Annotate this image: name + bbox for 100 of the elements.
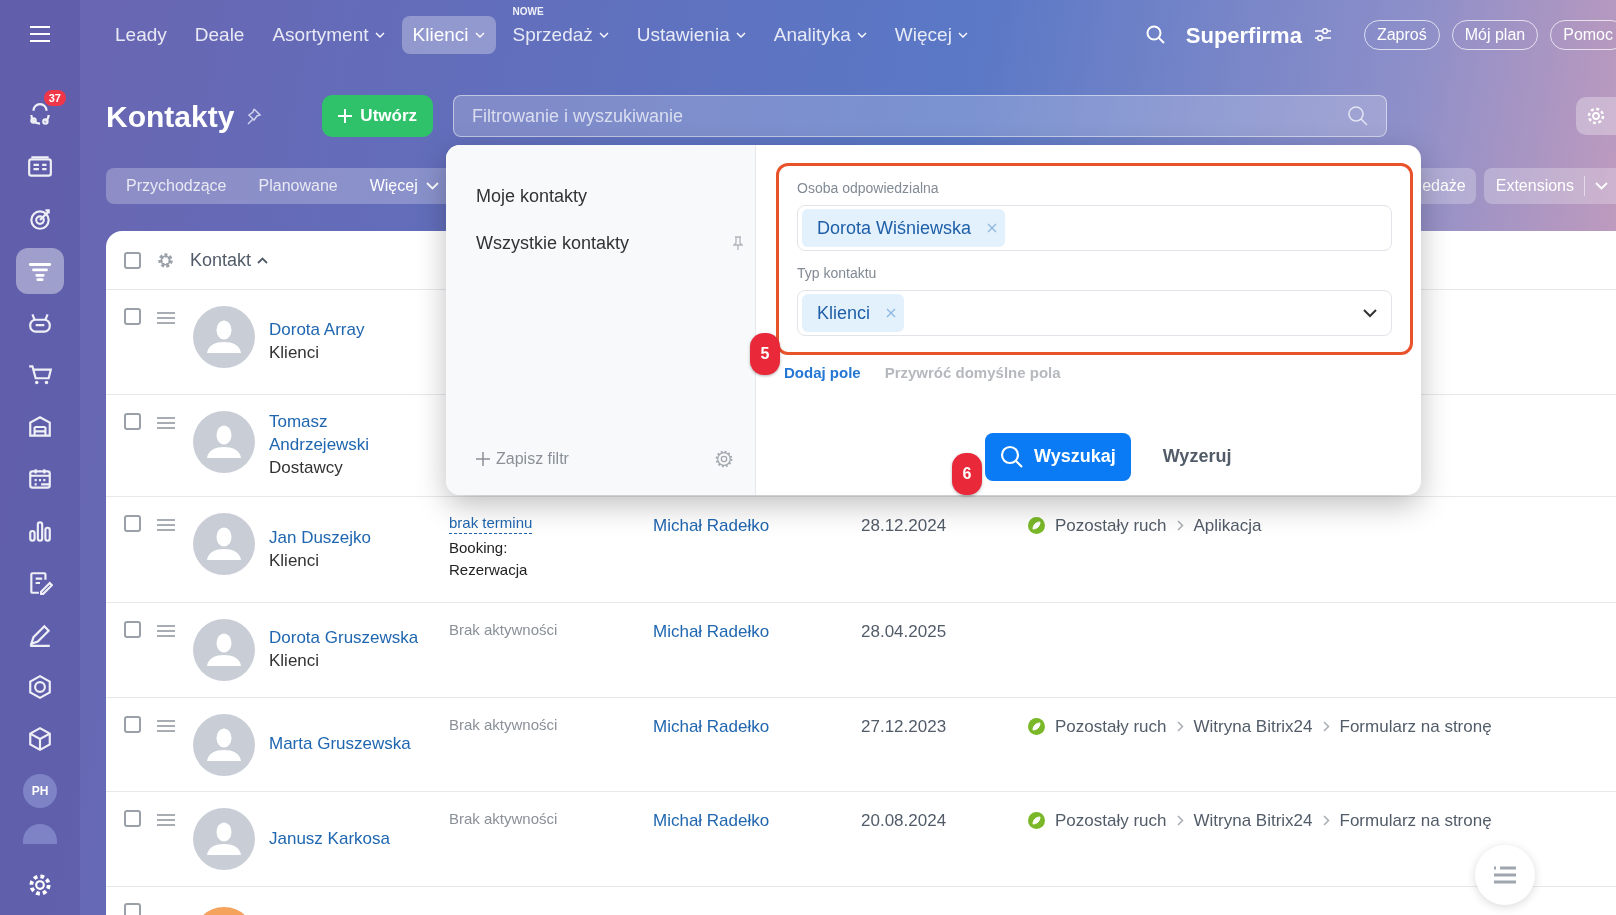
create-button[interactable]: Utwórz (322, 95, 434, 137)
nav-tab[interactable]: Więcej (883, 16, 979, 54)
activity-note: Booking: Rezerwacja (449, 538, 529, 580)
reset-button[interactable]: Wyzeruj (1162, 443, 1232, 470)
contact-link[interactable]: Dorota Gruszewska (269, 626, 429, 649)
filter-tab[interactable]: Przychodzące (126, 174, 227, 198)
nav-tab[interactable]: Sprzedaż (501, 16, 620, 54)
drag-handle-icon[interactable] (157, 519, 175, 531)
drag-handle-icon[interactable] (157, 312, 175, 324)
contact-link[interactable]: Dorota Array (269, 318, 429, 341)
notification-badge: 37 (43, 90, 66, 106)
deadline-link[interactable]: brak terminu (449, 513, 533, 534)
nav-tab[interactable]: Asortyment (261, 16, 396, 54)
row-checkbox[interactable] (124, 621, 141, 638)
save-filter-button[interactable]: Zapisz filtr (476, 447, 569, 471)
pin-icon[interactable] (733, 236, 743, 251)
step-badge: 6 (952, 453, 982, 495)
row-checkbox[interactable] (124, 716, 141, 733)
step-badge: 5 (750, 333, 780, 375)
nav-tab[interactable]: Klienci (401, 16, 496, 54)
hexagon-icon[interactable] (27, 674, 53, 700)
source-step: Formularz na stronę (1339, 808, 1492, 834)
drag-handle-icon[interactable] (157, 814, 175, 826)
filter-preset[interactable]: Moje kontakty (476, 173, 743, 220)
caret-icon (856, 32, 867, 38)
close-icon[interactable] (886, 308, 897, 318)
leaf-icon (1028, 812, 1045, 830)
contact-link[interactable]: Tomasz Andrzejewski (269, 410, 429, 456)
responsible-link[interactable]: Michał Radełko (653, 622, 770, 641)
settings-icon[interactable] (157, 251, 174, 269)
column-header[interactable]: Kontakt (190, 246, 269, 274)
chevron-icon (1176, 520, 1184, 532)
gear-icon (1586, 106, 1606, 126)
contact-link[interactable]: Jan Duszejko (269, 525, 429, 549)
calendar-icon[interactable] (27, 466, 53, 492)
nav-tab[interactable]: Deale (183, 16, 256, 54)
avatar-icon (193, 306, 255, 368)
avatar-icon (193, 619, 255, 681)
responsible-link[interactable]: Michał Radełko (653, 516, 770, 535)
search-icon[interactable] (1145, 25, 1166, 45)
drag-handle-icon[interactable] (157, 417, 175, 429)
chevron-icon (1176, 721, 1184, 733)
input-field[interactable]: Dorota Wiśniewska (797, 205, 1392, 251)
caret-icon (735, 32, 746, 38)
chart-icon[interactable] (27, 518, 53, 544)
chevron-down-icon[interactable] (1363, 308, 1377, 318)
search-button[interactable]: Wyszukaj (985, 432, 1131, 481)
user-avatar[interactable]: PH (23, 774, 57, 808)
responsible-link[interactable]: Michał Radełko (653, 717, 770, 736)
date-cell: 27.12.2023 (861, 717, 947, 736)
chevron-icon (1322, 721, 1330, 733)
contact-link[interactable]: Marta Gruszewska (269, 732, 429, 755)
close-icon[interactable] (987, 223, 998, 233)
filter-preset[interactable]: Wszystkie kontakty (476, 220, 743, 267)
drag-handle-icon[interactable] (157, 625, 175, 637)
nav-tab[interactable]: Leady (104, 16, 178, 54)
card-icon[interactable] (27, 154, 53, 180)
responsible-link[interactable]: Michał Radełko (653, 811, 770, 830)
target-icon[interactable] (27, 206, 53, 232)
menu-icon[interactable] (29, 26, 51, 42)
settings-icon[interactable] (715, 450, 733, 468)
company-name[interactable]: Superfirma (1185, 18, 1302, 52)
avatar-icon (193, 714, 255, 776)
row-checkbox[interactable] (124, 413, 141, 430)
settings-icon[interactable] (27, 872, 53, 898)
avatar-icon (193, 808, 255, 870)
row-checkbox[interactable] (124, 515, 141, 532)
source-step: Witryna Bitrix24 (1193, 714, 1313, 740)
source-step: Aplikacja (1193, 513, 1262, 539)
filter-tab[interactable]: Więcej (369, 174, 439, 198)
drag-handle-icon[interactable] (157, 720, 175, 732)
contact-type: Klienci (269, 549, 321, 572)
pen-icon[interactable] (27, 622, 53, 648)
nav-tab[interactable]: Analityka (762, 16, 878, 54)
source-step: Pozostały ruch (1055, 808, 1167, 834)
chevron-icon (1322, 815, 1330, 827)
date-cell: 28.12.2024 (861, 516, 947, 535)
contact-link[interactable]: Janusz Karkosa (269, 826, 429, 850)
caret-icon (598, 32, 609, 38)
select-all-checkbox[interactable] (124, 251, 141, 269)
search-icon[interactable] (1347, 105, 1370, 127)
source-step: Pozostały ruch (1055, 714, 1167, 740)
warehouse-icon[interactable] (27, 414, 53, 440)
search-field[interactable]: Filtrowanie i wyszukiwanie (453, 95, 1388, 137)
source-step: Formularz na stronę (1339, 714, 1492, 740)
row-checkbox[interactable] (124, 903, 141, 915)
row-checkbox[interactable] (124, 308, 141, 325)
filter-tab[interactable]: Planowane (258, 174, 338, 198)
activity-status: Brak aktywności (449, 810, 558, 827)
sliders-icon[interactable] (1313, 27, 1332, 43)
cube-icon[interactable] (27, 726, 53, 752)
add-field-link[interactable]: Dodaj pole (784, 362, 861, 385)
nav-tab[interactable]: Ustawienia (625, 16, 757, 54)
filter-tag: Dorota Wiśniewska (802, 209, 1006, 247)
settings-button[interactable] (1576, 97, 1616, 135)
contact-type: Klienci (269, 650, 321, 672)
user-avatar[interactable] (23, 824, 57, 844)
document-icon[interactable] (27, 570, 53, 596)
row-checkbox[interactable] (124, 810, 141, 827)
select-field[interactable]: Klienci (797, 290, 1392, 336)
